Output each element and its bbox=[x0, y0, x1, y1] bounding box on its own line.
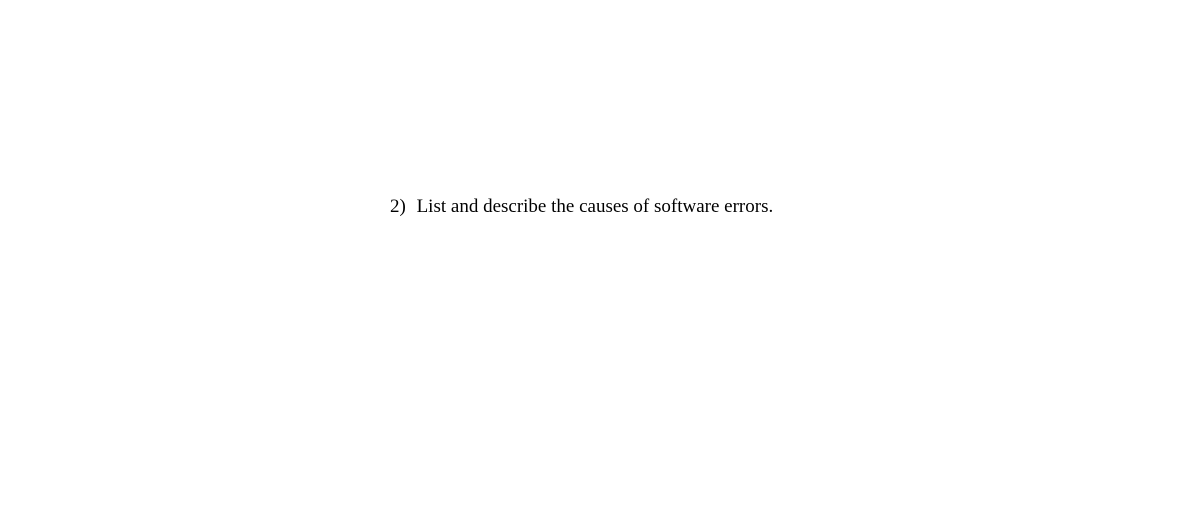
question-item: 2) List and describe the causes of softw… bbox=[390, 196, 773, 218]
question-text: List and describe the causes of software… bbox=[417, 196, 774, 217]
question-number: 2) bbox=[390, 196, 406, 217]
